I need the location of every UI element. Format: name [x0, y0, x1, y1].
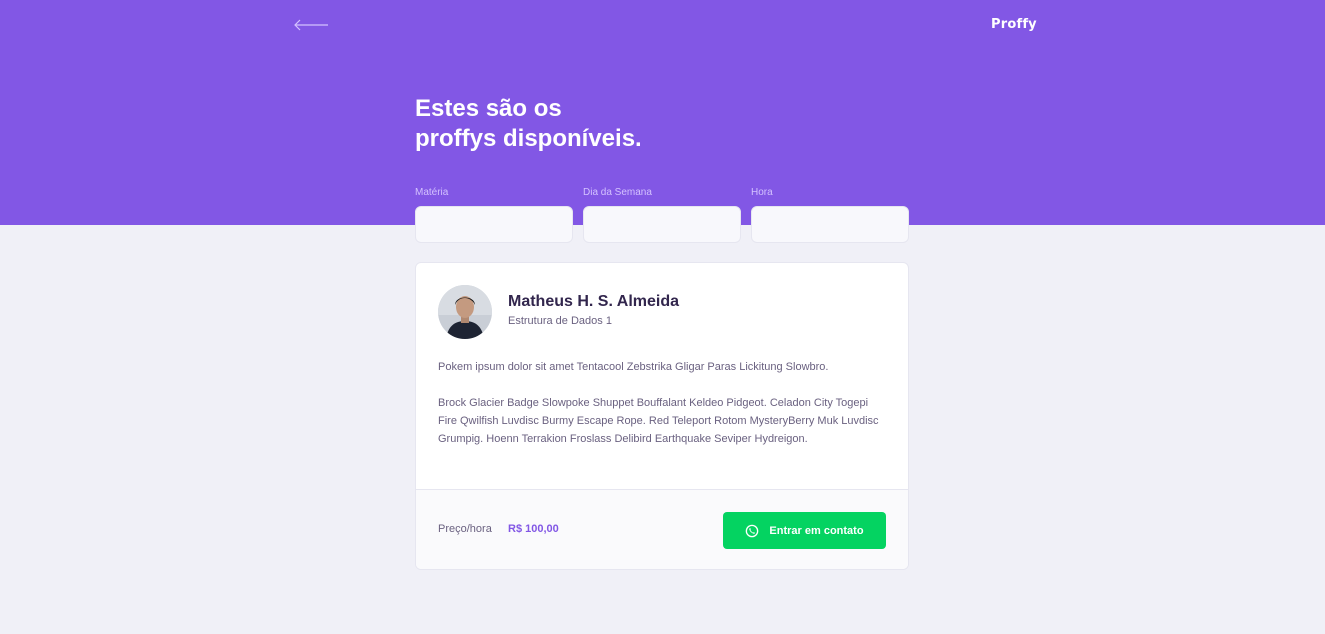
logo[interactable]: Proffy — [991, 17, 1037, 32]
time-label: Hora — [751, 187, 773, 198]
price-value: R$ 100,00 — [508, 523, 559, 535]
page-title: Estes são os proffys disponíveis. — [415, 94, 815, 154]
whatsapp-icon — [745, 524, 759, 538]
avatar — [438, 285, 492, 339]
page-title-line1: Estes são os — [415, 95, 562, 122]
subject-input[interactable] — [415, 206, 573, 243]
bio-paragraph: Pokem ipsum dolor sit amet Tentacool Zeb… — [438, 361, 829, 373]
contact-button-label: Entrar em contato — [769, 524, 864, 537]
contact-button[interactable]: Entrar em contato — [723, 512, 886, 549]
price-label: Preço/hora — [438, 523, 492, 535]
bio-paragraph: Brock Glacier Badge Slowpoke Shuppet Bou… — [438, 397, 879, 445]
teacher-card: Matheus H. S. Almeida Estrutura de Dados… — [415, 262, 909, 570]
arrow-left-icon[interactable] — [292, 18, 330, 32]
page-header: Proffy Estes são os proffys disponíveis. — [0, 0, 1325, 225]
page-title-line2: proffys disponíveis. — [415, 125, 642, 152]
teacher-name: Matheus H. S. Almeida — [508, 293, 679, 310]
card-footer: Preço/hora R$ 100,00 Entrar em contato — [416, 489, 908, 569]
subject-label: Matéria — [415, 187, 449, 198]
time-input[interactable] — [751, 206, 909, 243]
weekday-label: Dia da Semana — [583, 187, 652, 198]
weekday-input[interactable] — [583, 206, 741, 243]
teacher-subject: Estrutura de Dados 1 — [508, 315, 612, 327]
teacher-bio: Pokem ipsum dolor sit amet Tentacool Zeb… — [438, 358, 888, 448]
